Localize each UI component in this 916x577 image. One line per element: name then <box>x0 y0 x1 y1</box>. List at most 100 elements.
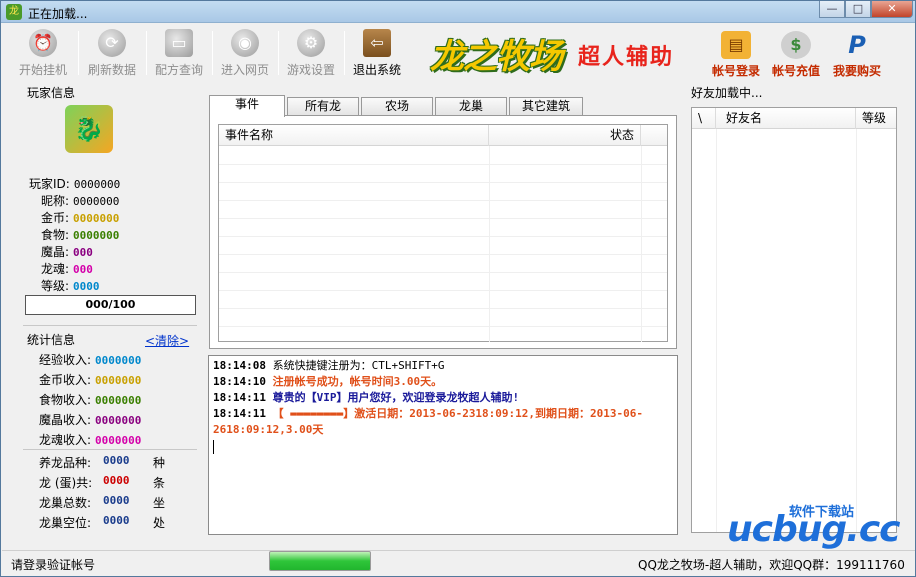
account-recharge-button[interactable]: $ 帐号充值 <box>767 31 825 79</box>
exp-income-row: 经验收入: 0000000 <box>39 353 142 367</box>
main-window: 龙 正在加载... — □ ✕ ⏰ 开始挂机 ⟳ 刷新数据 ▭ 配方查询 ◉ 进… <box>0 0 916 577</box>
crystal-income-row: 魔晶收入: 0000000 <box>39 413 142 427</box>
food-income-value: 0000000 <box>95 394 142 407</box>
dragon-soul-row: 龙魂: 000 <box>41 262 93 276</box>
log-line: 18:14:11 尊贵的【VIP】用户您好，欢迎登录龙牧超人辅助! <box>213 391 520 404</box>
exp-progress: 000/100 <box>25 295 196 315</box>
gear-icon: ⚙ <box>297 29 325 57</box>
col-event-name[interactable]: 事件名称 <box>219 125 489 146</box>
nickname-row: 昵称: 0000000 <box>41 194 120 208</box>
account-login-label: 帐号登录 <box>711 64 760 78</box>
player-avatar: 🐉 <box>65 105 113 153</box>
level-row: 等级: 0000 <box>41 279 100 293</box>
gold-income-value: 0000000 <box>95 374 142 387</box>
food-value: 0000000 <box>73 229 120 242</box>
friends-title: 好友加载中... <box>691 86 763 100</box>
recipe-icon: ▭ <box>165 29 193 57</box>
nickname-value: 0000000 <box>73 195 120 208</box>
start-afk-label: 开始挂机 <box>18 63 67 77</box>
events-table[interactable]: 事件名称 状态 <box>218 124 668 342</box>
col-status[interactable]: 状态 <box>489 125 641 146</box>
paypal-icon: P <box>848 31 866 59</box>
gold-income-row: 金币收入: 0000000 <box>39 373 142 387</box>
col-friend-level[interactable]: 等级 <box>856 108 896 129</box>
site-watermark: ucbug.cc 软件下载站 <box>727 501 916 577</box>
gold-value: 0000000 <box>73 212 120 225</box>
game-settings-button[interactable]: ⚙ 游戏设置 <box>283 29 339 79</box>
magic-crystal-value: 000 <box>73 246 93 259</box>
text-cursor <box>213 440 214 454</box>
watermark-caption: 软件下载站 <box>789 505 855 520</box>
exit-door-icon: ⇦ <box>363 29 391 57</box>
tab-dragon-nest[interactable]: 龙巢 <box>435 97 507 116</box>
maximize-button[interactable]: □ <box>845 1 871 18</box>
recipe-query-button[interactable]: ▭ 配方查询 <box>151 29 207 79</box>
player-info-title: 玩家信息 <box>27 86 76 100</box>
recipe-query-label: 配方查询 <box>154 63 203 77</box>
game-settings-label: 游戏设置 <box>286 63 335 77</box>
nest-total-row: 龙巢总数: 0000 坐 <box>39 494 166 510</box>
crystal-income-value: 0000000 <box>95 414 142 427</box>
status-left-text: 请登录验证帐号 <box>11 558 96 572</box>
refresh-data-label: 刷新数据 <box>87 63 136 77</box>
stats-title: 统计信息 <box>27 333 76 347</box>
start-afk-button[interactable]: ⏰ 开始挂机 <box>15 29 71 79</box>
exp-income-value: 0000000 <box>95 354 142 367</box>
dragon-count-row: 龙 (蛋)共: 0000 条 <box>39 474 166 490</box>
breed-count-value: 0000 <box>103 454 130 467</box>
alarm-clock-icon: ⏰ <box>29 29 57 57</box>
nest-total-value: 0000 <box>103 494 130 507</box>
window-title: 正在加载... <box>28 7 88 21</box>
enter-web-button[interactable]: ◉ 进入网页 <box>217 29 273 79</box>
clear-stats-link[interactable]: <清除> <box>145 332 189 349</box>
col-friend-name[interactable]: 好友名 <box>716 108 856 129</box>
account-login-icon: ▤ <box>721 31 751 59</box>
friends-table[interactable]: \ 好友名 等级 <box>691 107 897 533</box>
player-id-value: 0000000 <box>73 178 121 191</box>
message-log[interactable]: 18:14:08 系统快捷键注册为：CTL+SHIFT+G 18:14:10 注… <box>208 355 678 535</box>
gold-row: 金币: 0000000 <box>41 211 120 225</box>
food-income-row: 食物收入: 0000000 <box>39 393 142 407</box>
friends-table-header: \ 好友名 等级 <box>692 108 896 129</box>
app-dragon-icon: 龙 <box>6 4 22 20</box>
soul-income-row: 龙魂收入: 0000000 <box>39 433 142 447</box>
globe-icon: ◉ <box>231 29 259 57</box>
status-progress-bar <box>269 551 371 571</box>
events-tab-panel: 事件名称 状态 <box>209 115 677 349</box>
magic-crystal-row: 魔晶: 000 <box>41 245 93 259</box>
exit-system-label: 退出系统 <box>352 63 401 77</box>
level-value: 0000 <box>73 280 100 293</box>
col-index[interactable]: \ <box>692 108 716 129</box>
toolbar: ⏰ 开始挂机 ⟳ 刷新数据 ▭ 配方查询 ◉ 进入网页 ⚙ 游戏设置 ⇦ 退出系… <box>5 25 911 81</box>
buy-label: 我要购买 <box>832 64 881 78</box>
refresh-data-button[interactable]: ⟳ 刷新数据 <box>83 29 141 79</box>
enter-web-label: 进入网页 <box>220 63 269 77</box>
buy-button[interactable]: P 我要购买 <box>827 31 887 79</box>
food-row: 食物: 0000000 <box>41 228 120 242</box>
soul-income-value: 0000000 <box>95 434 142 447</box>
tab-farm[interactable]: 农场 <box>361 97 433 116</box>
minimize-button[interactable]: — <box>819 1 845 18</box>
log-line: 18:14:10 注册帐号成功，帐号时间3.00天。 <box>213 375 443 388</box>
breed-count-row: 养龙品种: 0000 种 <box>39 454 166 470</box>
log-line: 18:14:11 【 ▬▬▬▬▬▬▬▬】激活日期：2013-06-2318:09… <box>213 407 644 436</box>
title-bar[interactable]: 龙 正在加载... — □ ✕ <box>1 1 915 23</box>
log-line: 18:14:08 系统快捷键注册为：CTL+SHIFT+G <box>213 359 445 372</box>
account-recharge-label: 帐号充值 <box>771 64 820 78</box>
tab-other-buildings[interactable]: 其它建筑 <box>509 97 583 116</box>
player-id-row: 玩家ID: 0000000 <box>29 177 121 191</box>
money-bag-icon: $ <box>781 31 811 59</box>
logo-main-text: 龙之牧场 <box>430 37 563 77</box>
nest-empty-value: 0000 <box>103 514 130 527</box>
nest-empty-row: 龙巢空位: 0000 处 <box>39 514 166 530</box>
account-login-button[interactable]: ▤ 帐号登录 <box>707 31 765 79</box>
events-table-header: 事件名称 状态 <box>219 125 667 146</box>
refresh-icon: ⟳ <box>98 29 126 57</box>
tab-events[interactable]: 事件 <box>209 95 285 117</box>
logo-sub-text: 超人辅助 <box>578 45 675 70</box>
tab-all-dragons[interactable]: 所有龙 <box>287 97 359 116</box>
dragon-soul-value: 000 <box>73 263 93 276</box>
dragon-count-value: 0000 <box>103 474 130 487</box>
close-button[interactable]: ✕ <box>871 1 913 18</box>
exit-system-button[interactable]: ⇦ 退出系统 <box>349 29 405 79</box>
